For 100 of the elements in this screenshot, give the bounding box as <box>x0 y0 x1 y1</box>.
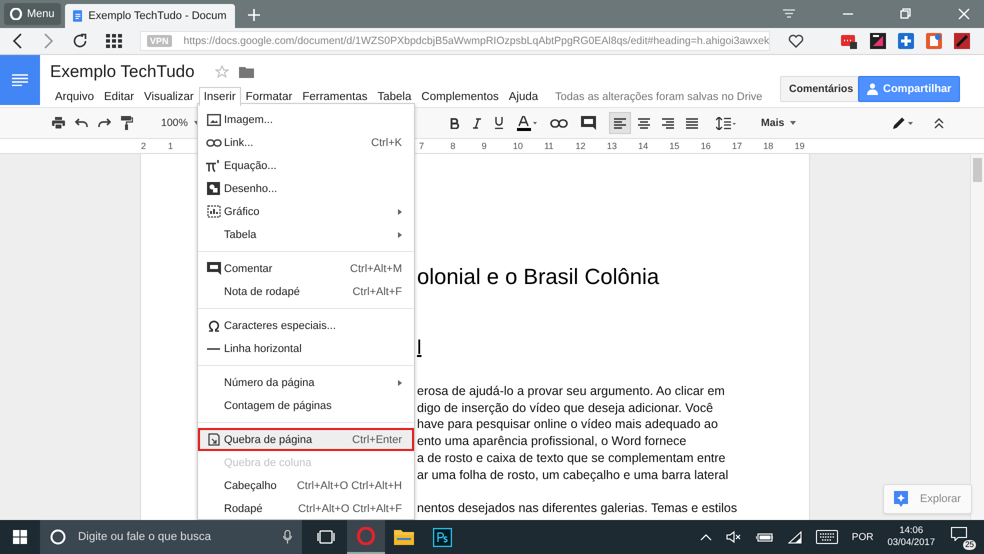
menu-entry[interactable]: Comentar Ctrl+Alt+M <box>198 257 414 280</box>
caret-icon <box>790 121 796 125</box>
menu-item[interactable]: Ajuda <box>504 87 544 106</box>
text-color-icon[interactable] <box>517 116 537 130</box>
docs-logo[interactable] <box>0 55 40 105</box>
menu-entry[interactable]: Imagem... <box>198 108 414 131</box>
folder-icon[interactable] <box>238 66 254 78</box>
browser-logo-icon <box>10 8 22 20</box>
new-tab-icon[interactable] <box>246 8 261 22</box>
notification-icon <box>951 526 967 540</box>
keyboard-icon[interactable] <box>816 530 838 544</box>
menu-entry[interactable]: Equação... <box>198 154 414 177</box>
heart-icon[interactable] <box>788 34 804 48</box>
language-indicator[interactable]: POR <box>852 532 874 542</box>
omega-icon <box>208 320 220 332</box>
tab-title: Exemplo TechTudo - Docum <box>88 10 227 22</box>
comment-icon[interactable] <box>581 116 596 130</box>
search-input[interactable]: Digite ou fale o que busca <box>76 530 273 544</box>
task-view-icon[interactable] <box>317 530 335 544</box>
paragraph-line: a de rosto e caixa de texto que se complementam entre <box>417 450 727 467</box>
link-icon[interactable] <box>550 118 568 128</box>
taskbar-app[interactable] <box>347 520 385 554</box>
ruler-number: 1 <box>168 141 174 151</box>
close-icon[interactable] <box>958 8 970 20</box>
back-icon[interactable] <box>12 33 24 49</box>
extension-icon[interactable] <box>840 32 858 50</box>
align-button[interactable] <box>609 112 631 134</box>
extension-icon[interactable] <box>870 33 886 49</box>
scroll-bar[interactable] <box>970 154 984 520</box>
undo-icon[interactable] <box>75 118 88 128</box>
image-icon <box>206 114 220 126</box>
align-center-icon <box>638 118 650 128</box>
ruler-number: 2 <box>141 141 146 151</box>
shortcut-text: Ctrl+Alt+F <box>352 286 402 298</box>
shortcut-text: Ctrl+Alt+M <box>350 262 402 274</box>
document-title[interactable]: Exemplo TechTudo <box>50 62 195 82</box>
opera-icon <box>357 527 375 545</box>
more-dropdown[interactable]: Mais <box>755 116 802 130</box>
reload-icon[interactable] <box>72 33 88 49</box>
line-spacing-icon[interactable] <box>716 116 736 130</box>
document-subheading: l <box>417 336 422 360</box>
address-field[interactable]: VPN https://docs.google.com/document/d/1WZS0PXbpdcbjB5aWwmpRIOzpsbLqAbtPpgRG0EAl8qs/edit#heading=h.ahigoi3awxek <box>140 31 770 51</box>
menu-entry[interactable]: Linha horizontal <box>198 337 414 360</box>
scroll-thumb[interactable] <box>973 158 982 182</box>
menu-entry[interactable]: Número da página <box>198 371 414 394</box>
page-break-icon <box>208 433 220 446</box>
menu-entry[interactable]: Cabeçalho Ctrl+Alt+O Ctrl+Alt+H <box>198 474 414 497</box>
chevron-up-icon[interactable] <box>700 534 712 540</box>
search-field[interactable]: Digite ou fale o que busca <box>40 520 302 554</box>
menu-item[interactable]: Complementos <box>416 87 504 106</box>
battery-icon[interactable] <box>756 532 774 542</box>
align-right-icon <box>662 118 674 128</box>
menu-item[interactable]: Arquivo <box>50 87 99 106</box>
menu-entry[interactable]: Caracteres especiais... <box>198 314 414 337</box>
pencil-icon[interactable] <box>892 116 914 130</box>
muted-speaker-icon[interactable] <box>726 531 742 543</box>
italic-icon[interactable] <box>473 118 481 128</box>
ruler-number: 18 <box>762 141 774 151</box>
print-icon[interactable] <box>52 117 65 129</box>
tab-menu-icon[interactable] <box>782 9 796 19</box>
windows-start-icon[interactable] <box>13 530 27 544</box>
microphone-icon[interactable] <box>283 530 292 544</box>
menu-entry[interactable]: Rodapé Ctrl+Alt+O Ctrl+Alt+F <box>198 497 414 519</box>
menu-entry[interactable]: Contagem de páginas <box>198 394 414 417</box>
browser-menu-button[interactable]: Menu <box>4 3 61 25</box>
shortcut-text: Ctrl+Alt+O Ctrl+Alt+F <box>298 502 402 514</box>
menu-entry[interactable]: Tabela <box>198 223 414 246</box>
underline-icon[interactable] <box>494 117 504 129</box>
menu-item[interactable]: Visualizar <box>139 87 199 106</box>
wifi-icon[interactable] <box>788 530 802 544</box>
clock-date[interactable]: 03/04/2017 <box>887 537 935 549</box>
menu-entry[interactable]: Desenho... <box>198 177 414 200</box>
paint-format-icon[interactable] <box>121 116 133 130</box>
folder-icon <box>394 529 414 545</box>
ruler-number: 16 <box>700 141 712 151</box>
bold-icon[interactable] <box>450 118 460 128</box>
paragraph-line: have para pesquisar online o vídeo mais adequado ao <box>417 416 719 434</box>
collapse-icon[interactable] <box>934 118 944 128</box>
menu-item[interactable]: Tabela <box>372 87 416 106</box>
shortcut-text: Ctrl+K <box>371 136 402 148</box>
ruler-number: 10 <box>512 141 524 151</box>
menu-entry[interactable]: Quebra de página Ctrl+Enter <box>198 428 414 451</box>
paragraph-line: ar uma folha de rosto, um cabeçalho e uma barra lateral <box>417 466 730 484</box>
star-icon[interactable] <box>214 65 229 79</box>
menu-item[interactable]: Formatar <box>240 87 298 106</box>
menu-item[interactable]: Editar <box>99 87 140 106</box>
menu-entry[interactable]: Gráfico <box>198 200 414 223</box>
notification-button[interactable]: 25 <box>949 524 976 550</box>
clock-time[interactable]: 14:06 <box>899 525 924 537</box>
menu-entry[interactable]: Nota de rodapé Ctrl+Alt+F <box>198 280 414 303</box>
menu-item[interactable]: Ferramentas <box>297 87 372 106</box>
menu-item[interactable]: Inserir <box>198 87 241 106</box>
chart-icon <box>206 205 220 218</box>
grid-icon[interactable] <box>106 34 122 48</box>
browser-tab[interactable]: Exemplo TechTudo - Docum <box>64 4 235 28</box>
restore-icon[interactable] <box>900 8 912 20</box>
redo-icon[interactable] <box>98 118 111 128</box>
photoshop-icon <box>432 528 452 546</box>
forward-icon[interactable] <box>42 33 54 49</box>
ruler-number: 19 <box>794 141 806 151</box>
